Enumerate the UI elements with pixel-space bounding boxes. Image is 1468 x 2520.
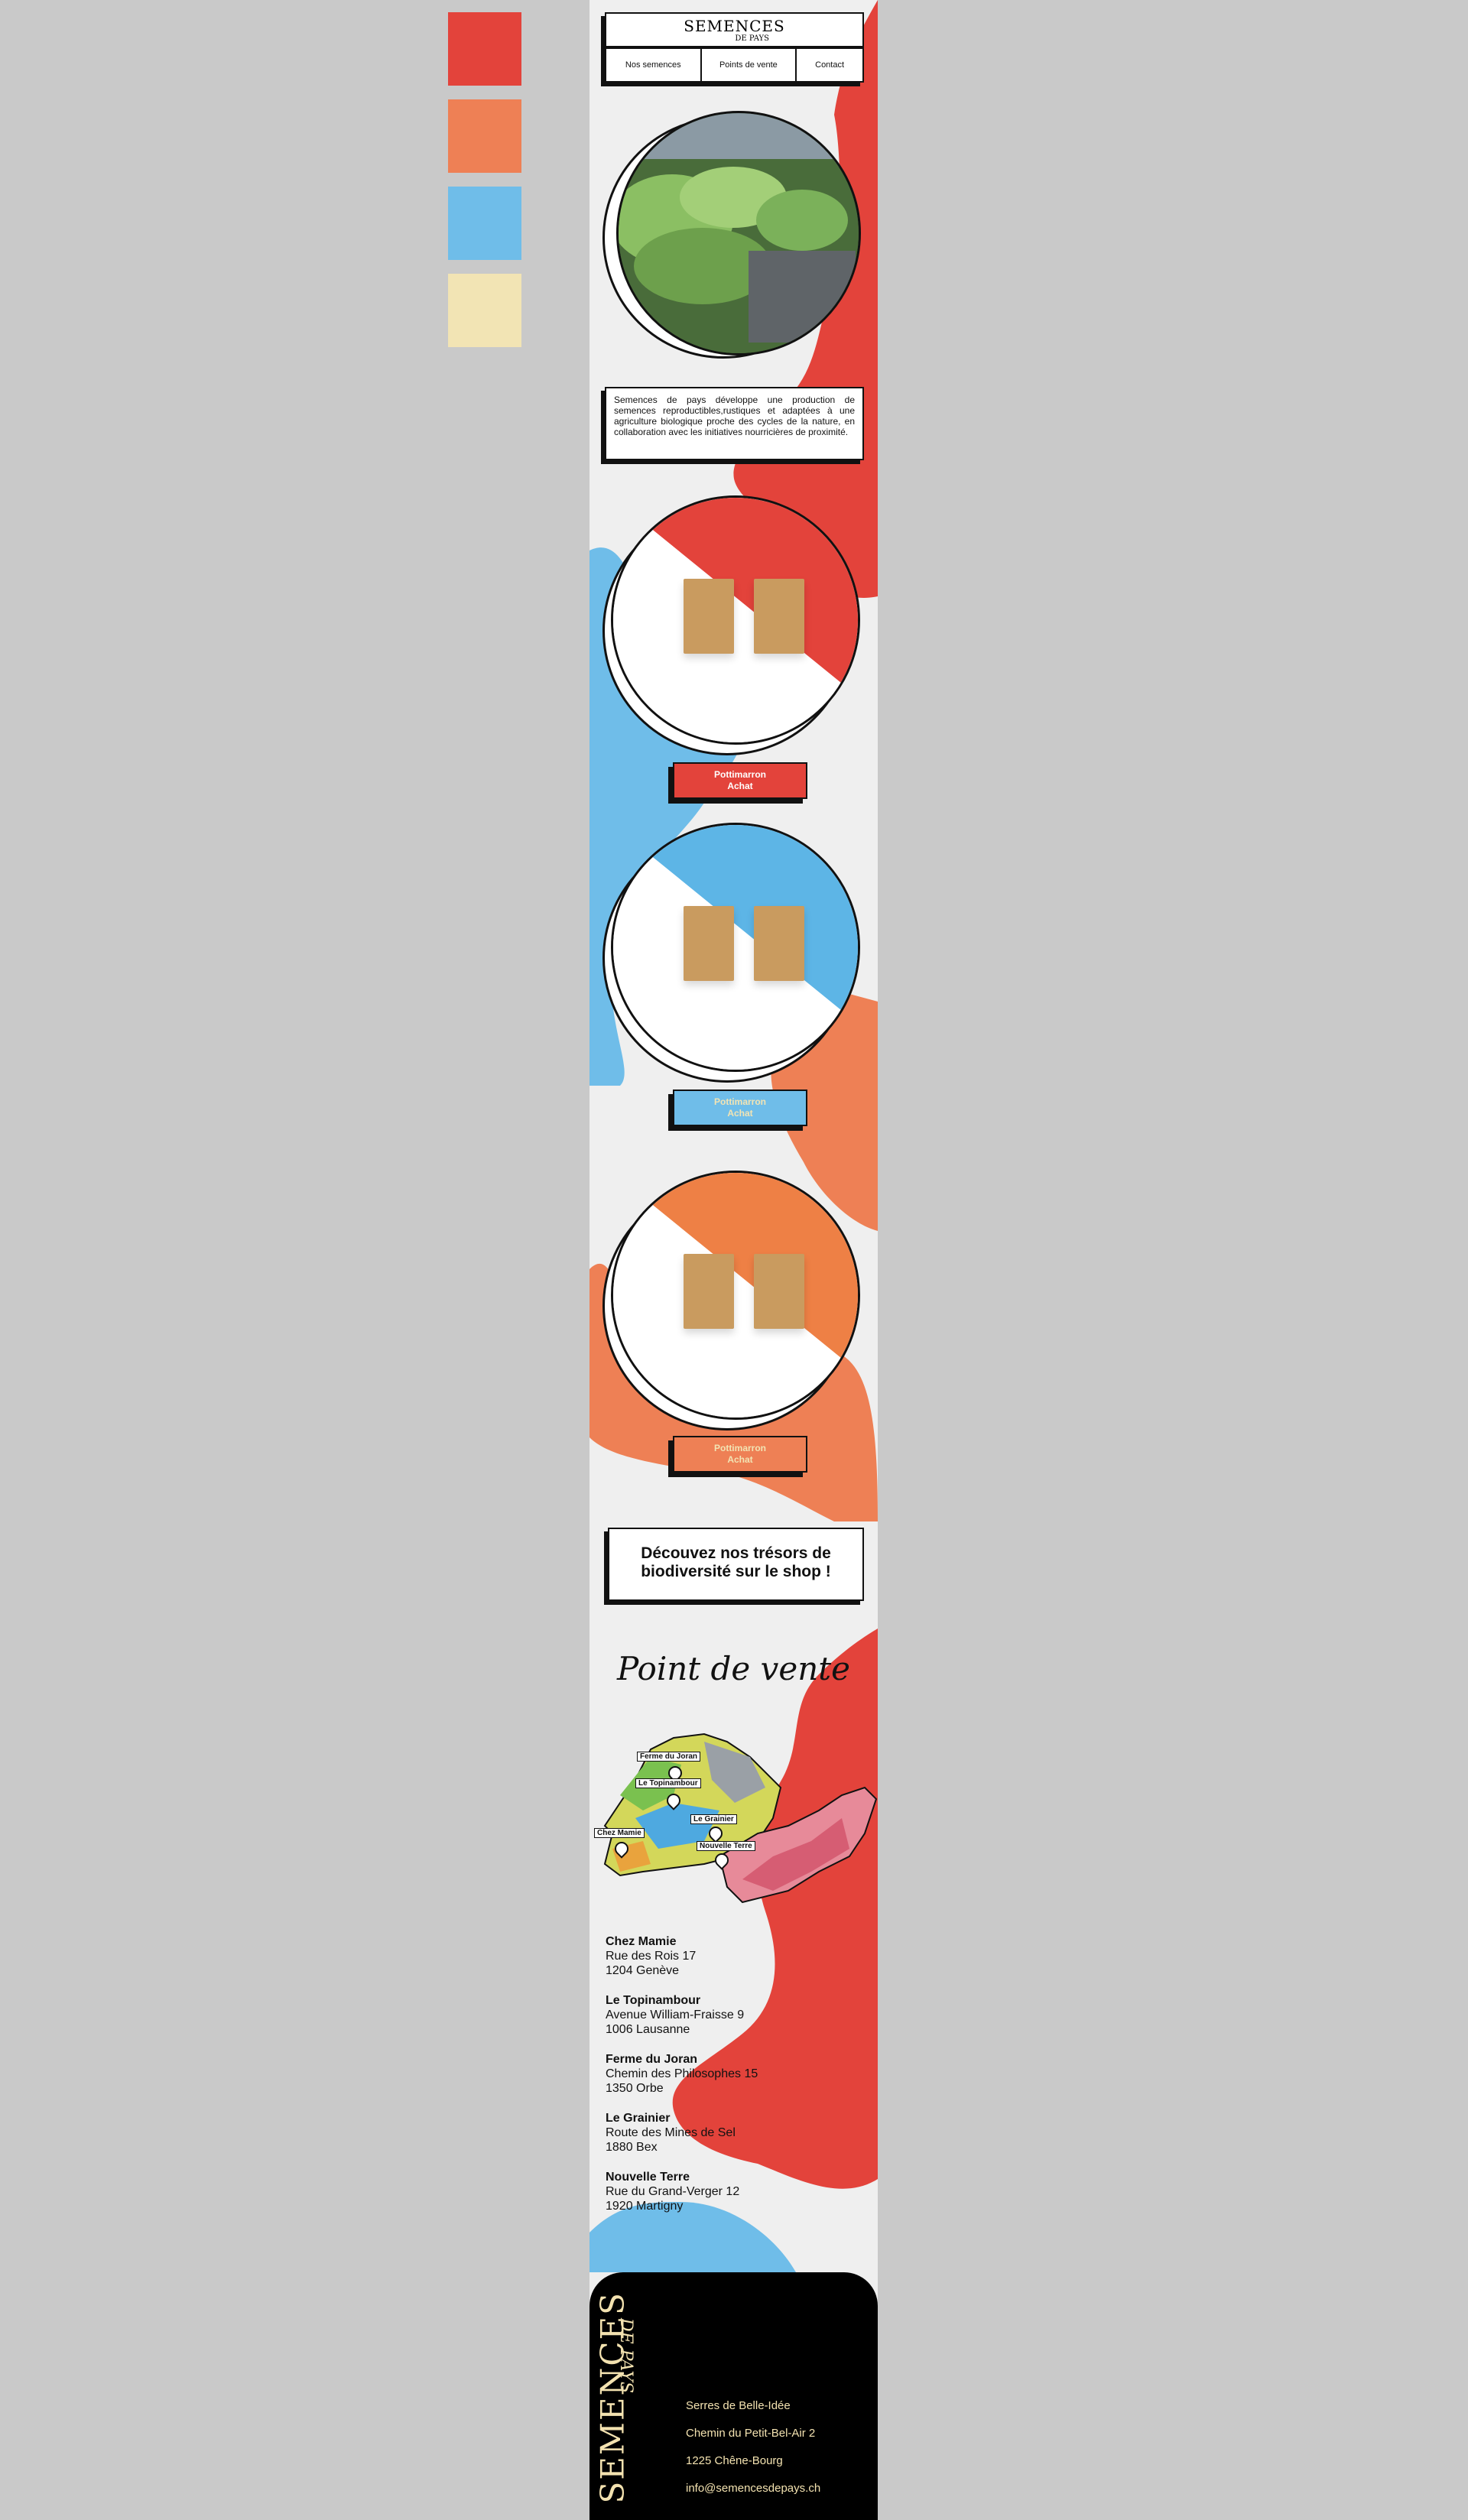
buy-button-2[interactable]: Pottimarron Achat bbox=[673, 1090, 807, 1126]
store-name: Le Topinambour bbox=[606, 1994, 701, 2007]
map-label-ferme-du-joran: Ferme du Joran bbox=[637, 1752, 701, 1762]
buy-button-1-action: Achat bbox=[727, 781, 753, 791]
hero-image bbox=[616, 111, 861, 356]
store-street: Rue des Rois 17 bbox=[606, 1950, 697, 1963]
product-image-1-bg bbox=[613, 498, 858, 742]
buy-button-3[interactable]: Pottimarron Achat bbox=[673, 1436, 807, 1473]
swatch-red bbox=[448, 12, 521, 86]
sales-points-map bbox=[603, 1732, 878, 1904]
seed-pack-back-2 bbox=[754, 906, 804, 981]
swatch-orange bbox=[448, 99, 521, 173]
store-street: Avenue William-Fraisse 9 bbox=[606, 2009, 745, 2022]
store-nouvelle-terre: Nouvelle Terre Rue du Grand-Verger 12 19… bbox=[606, 2170, 739, 2213]
store-street: Chemin des Philosophes 15 bbox=[606, 2067, 758, 2080]
shop-banner-line-1: Découvez nos trésors de bbox=[641, 1544, 831, 1562]
buy-button-3-name: Pottimarron bbox=[713, 1443, 766, 1453]
buy-button-1-name: Pottimarron bbox=[713, 769, 766, 780]
store-city: 1920 Martigny bbox=[606, 2200, 684, 2213]
footer-logo-sub: DE PAYS bbox=[616, 2318, 635, 2394]
store-city: 1006 Lausanne bbox=[606, 2023, 690, 2036]
buy-button-3-action: Achat bbox=[727, 1454, 753, 1465]
product-image-3-bg bbox=[613, 1173, 858, 1418]
product-image-3 bbox=[611, 1171, 860, 1420]
map-label-nouvelle-terre: Nouvelle Terre bbox=[697, 1841, 755, 1851]
shop-banner[interactable]: Découvez nos trésors de biodiversité sur… bbox=[608, 1528, 864, 1601]
hero-image-plants bbox=[619, 113, 859, 353]
product-image-1 bbox=[611, 495, 860, 745]
store-name: Nouvelle Terre bbox=[606, 2171, 690, 2184]
store-city: 1350 Orbe bbox=[606, 2082, 664, 2095]
store-ferme-du-joran: Ferme du Joran Chemin des Philosophes 15… bbox=[606, 2052, 758, 2096]
product-image-2-bg bbox=[613, 825, 858, 1070]
buy-button-1[interactable]: Pottimarron Achat bbox=[673, 762, 807, 799]
mobile-page: SEMENCES DE PAYS Nos semences Points de … bbox=[589, 0, 878, 2520]
sales-points-title: Point de vente bbox=[616, 1650, 850, 1687]
seed-pack-front-3 bbox=[684, 1254, 734, 1329]
footer-address-3: 1225 Chêne-Bourg bbox=[686, 2454, 783, 2467]
store-city: 1880 Bex bbox=[606, 2141, 658, 2154]
map-label-le-topinambour: Le Topinambour bbox=[635, 1778, 701, 1788]
intro-box: Semences de pays développe une productio… bbox=[605, 387, 864, 460]
seed-pack-back-1 bbox=[754, 579, 804, 654]
intro-text: Semences de pays développe une productio… bbox=[614, 395, 855, 437]
buy-button-2-action: Achat bbox=[727, 1108, 753, 1119]
footer-email-link[interactable]: info@semencesdepays.ch bbox=[686, 2482, 820, 2495]
footer-address-2: Chemin du Petit-Bel-Air 2 bbox=[686, 2427, 816, 2440]
store-chez-mamie: Chez Mamie Rue des Rois 17 1204 Genève bbox=[606, 1934, 696, 1978]
store-name: Le Grainier bbox=[606, 2112, 671, 2125]
product-image-2 bbox=[611, 823, 860, 1072]
shop-banner-line-2: biodiversité sur le shop ! bbox=[641, 1563, 831, 1580]
footer: SEMENCES DE PAYS Serres de Belle-Idée Ch… bbox=[589, 2272, 878, 2520]
footer-address-1: Serres de Belle-Idée bbox=[686, 2399, 791, 2412]
store-name: Ferme du Joran bbox=[606, 2053, 698, 2066]
logo-sub: DE PAYS bbox=[735, 34, 769, 43]
main-nav: Nos semences Points de vente Contact bbox=[605, 47, 864, 83]
nav-item-nos-semences[interactable]: Nos semences bbox=[606, 49, 700, 81]
store-street: Rue du Grand-Verger 12 bbox=[606, 2185, 740, 2198]
swatch-cream bbox=[448, 274, 521, 347]
store-street: Route des Mines de Sel bbox=[606, 2126, 736, 2139]
store-city: 1204 Genève bbox=[606, 1964, 680, 1977]
seed-pack-back-3 bbox=[754, 1254, 804, 1329]
map-label-chez-mamie: Chez Mamie bbox=[594, 1828, 645, 1838]
seed-pack-front-2 bbox=[684, 906, 734, 981]
buy-button-2-name: Pottimarron bbox=[713, 1096, 766, 1107]
logo-main: SEMENCES bbox=[684, 17, 785, 35]
map-label-le-grainier: Le Grainier bbox=[690, 1814, 737, 1824]
nav-item-contact[interactable]: Contact bbox=[795, 49, 862, 81]
header-logo-box: SEMENCES DE PAYS bbox=[605, 12, 864, 47]
store-name: Chez Mamie bbox=[606, 1935, 677, 1948]
store-le-topinambour: Le Topinambour Avenue William-Fraisse 9 … bbox=[606, 1993, 744, 2037]
seed-pack-front-1 bbox=[684, 579, 734, 654]
swatch-blue bbox=[448, 187, 521, 260]
nav-item-points-de-vente[interactable]: Points de vente bbox=[700, 49, 796, 81]
store-le-grainier: Le Grainier Route des Mines de Sel 1880 … bbox=[606, 2111, 736, 2155]
